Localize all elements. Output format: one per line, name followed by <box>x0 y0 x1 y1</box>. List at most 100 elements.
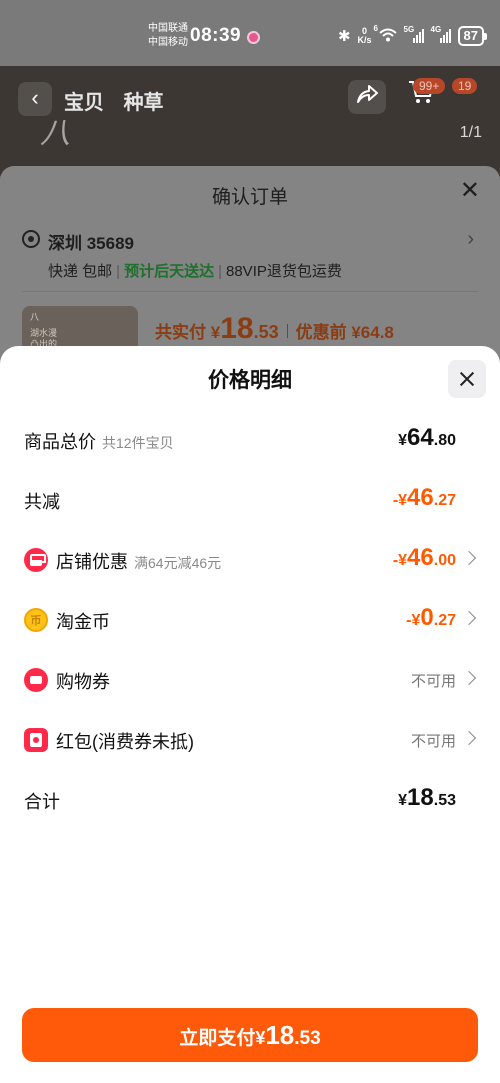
location-icon <box>22 230 40 248</box>
paid-summary: 共实付 ¥18.53 优惠前 ¥64.8 <box>155 312 394 346</box>
grand-total-label: 合计 <box>24 792 60 812</box>
confirm-order-sheet: 确认订单 ✕ 深圳 35689 › 快递 包邮 | 预计后天送达 | 88VIP退货包运… <box>0 166 500 366</box>
amount-dec: .27 <box>433 612 456 629</box>
amount-dec: .80 <box>433 432 456 449</box>
voucher-status: 不可用 <box>410 673 456 690</box>
signal-tag-1: 5G <box>403 25 415 34</box>
carrier-2: 中国移动 <box>148 37 188 48</box>
amount-dec: .00 <box>433 552 456 569</box>
pay-now-button[interactable]: 立即支付¥18.53 <box>22 1008 478 1062</box>
signal-tag-2: 4G <box>430 25 442 34</box>
currency: ¥ <box>398 552 408 569</box>
delivery-eta: 预计后天送达 <box>124 263 215 280</box>
currency: ¥ <box>398 492 408 509</box>
signal-icon-2: 4G <box>431 25 451 43</box>
status-bar: 中国联通 中国移动 08:39 ✱ 0 K/s 6 5G 4G 87 <box>0 0 500 66</box>
ticket-icon <box>24 668 48 692</box>
price-detail-sheet: 价格明细 商品总价 共12件宝贝 ¥64.80 共减 -¥46.27 店铺优惠 满6… <box>0 346 500 1083</box>
store-icon <box>24 548 48 572</box>
goods-total-amount: ¥64.80 <box>398 424 456 452</box>
brand-logo: 八 <box>40 116 70 151</box>
wifi-icon: 6 <box>374 24 397 45</box>
amount-dec: .27 <box>433 492 456 509</box>
voucher-label: 购物券 <box>56 672 110 692</box>
before-amount: ¥64.8 <box>351 323 394 342</box>
clock: 08:39 <box>190 25 242 46</box>
notification-icon <box>247 31 260 44</box>
paid-int: 18 <box>220 312 254 345</box>
red-packet-label: 红包(消费券未抵) <box>56 732 194 752</box>
chevron-right-icon[interactable] <box>461 670 477 686</box>
paid-dec: .53 <box>253 322 279 342</box>
grand-total-amount: ¥18.53 <box>398 784 456 812</box>
row-label: 店铺优惠 满64元减46元 <box>56 548 221 574</box>
chevron-right-icon[interactable] <box>461 610 477 626</box>
delivery-info: 快递 包邮 | 预计后天送达 | 88VIP退货包运费 <box>48 263 342 280</box>
cart-badge: 99+ <box>413 78 446 94</box>
pay-button-label: 立即支付 <box>179 1028 256 1049</box>
thumb-text-2a: 湖水漫 <box>30 328 58 338</box>
red-packet-status: 不可用 <box>410 733 456 750</box>
chevron-right-icon[interactable]: › <box>467 228 474 251</box>
taojinbi-label: 淘金币 <box>56 612 110 632</box>
carrier-1: 中国联通 <box>148 23 188 34</box>
product-tabs: 宝贝 种草 <box>64 86 178 115</box>
vip-return: 88VIP退货包运费 <box>226 263 342 280</box>
red-packet-icon <box>24 728 48 752</box>
bluetooth-icon: ✱ <box>337 28 351 45</box>
pay-currency: ¥ <box>255 1028 266 1048</box>
amount-int: 0 <box>420 604 434 631</box>
total-discount-amount: -¥46.27 <box>393 484 456 512</box>
goods-count: 共12件宝贝 <box>102 435 174 451</box>
shipping-address[interactable]: 深圳 35689 <box>48 229 134 254</box>
battery-icon: 87 <box>457 26 488 46</box>
net-speed: 0 K/s <box>358 27 372 45</box>
store-discount-rule: 满64元减46元 <box>134 555 222 571</box>
wifi-tag: 6 <box>373 23 378 33</box>
delivery-method: 快递 包邮 <box>48 263 113 280</box>
signal-icon-1: 5G <box>404 25 424 43</box>
row-total-discount: 共减 -¥46.27 <box>0 470 500 530</box>
before-label: 优惠前 <box>295 323 347 342</box>
sheet-title: 价格明细 <box>208 369 292 392</box>
status-icons: ✱ 0 K/s 6 5G 4G 87 <box>337 24 488 46</box>
paid-currency: ¥ <box>210 323 221 342</box>
amount-int: 18 <box>407 784 434 811</box>
amount-int: 64 <box>407 424 434 451</box>
tab-recommend[interactable]: 种草 <box>124 92 164 114</box>
pay-amount-int: 18 <box>265 1020 295 1050</box>
close-icon[interactable] <box>448 360 486 398</box>
row-label: 商品总价 共12件宝贝 <box>24 428 174 454</box>
row-goods-total: 商品总价 共12件宝贝 ¥64.80 <box>0 410 500 470</box>
message-badge: 19 <box>452 78 478 94</box>
row-shopping-voucher[interactable]: 购物券 不可用 <box>0 650 500 710</box>
total-discount-label: 共减 <box>24 492 60 512</box>
chevron-right-icon[interactable] <box>461 550 477 566</box>
pay-amount-dec: .53 <box>294 1028 321 1049</box>
amount-int: 46 <box>407 484 434 511</box>
amount-dec: .53 <box>433 792 456 809</box>
chevron-right-icon[interactable] <box>461 730 477 746</box>
paid-label: 共实付 <box>155 323 206 342</box>
taojinbi-amount: -¥0.27 <box>406 604 456 632</box>
row-red-packet[interactable]: 红包(消费券未抵) 不可用 <box>0 710 500 770</box>
coin-icon <box>24 608 48 632</box>
share-icon[interactable] <box>348 80 386 114</box>
tab-item[interactable]: 宝贝 <box>64 92 104 114</box>
store-discount-label: 店铺优惠 <box>56 552 128 572</box>
goods-total-label: 商品总价 <box>24 432 96 452</box>
net-speed-unit: K/s <box>357 35 372 45</box>
store-discount-amount: -¥46.00 <box>393 544 456 572</box>
product-page-background: ‹ 宝贝 种草 八 99+ 19 1/1 <box>0 66 500 176</box>
thumb-text-1: 八 <box>30 312 40 322</box>
currency: ¥ <box>398 792 408 809</box>
row-store-discount[interactable]: 店铺优惠 满64元减46元 -¥46.00 <box>0 530 500 590</box>
row-taojinbi[interactable]: 淘金币 -¥0.27 <box>0 590 500 650</box>
confirm-order-title: 确认订单 <box>211 187 288 208</box>
currency: ¥ <box>398 432 408 449</box>
row-grand-total: 合计 ¥18.53 <box>0 770 500 830</box>
carrier-labels: 中国联通 中国移动 <box>148 22 188 50</box>
divider <box>22 291 478 292</box>
amount-int: 46 <box>407 544 434 571</box>
close-icon[interactable]: ✕ <box>460 176 480 205</box>
